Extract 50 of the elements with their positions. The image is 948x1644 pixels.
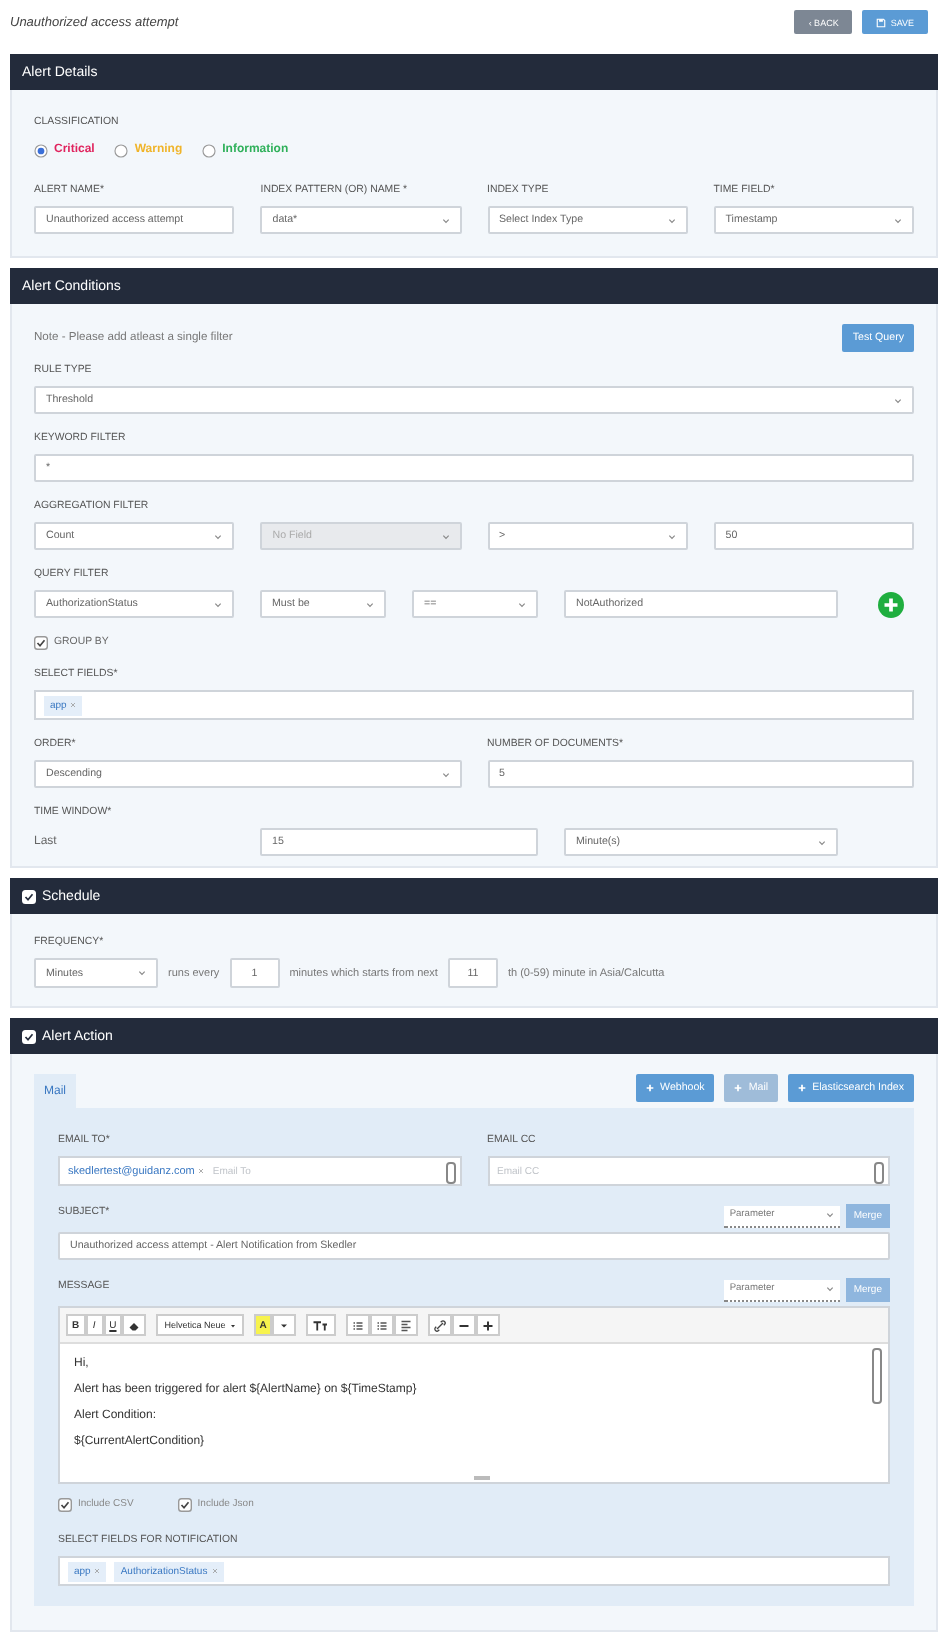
caret-icon: [138, 970, 146, 976]
scrollbar[interactable]: [874, 1162, 884, 1184]
caret-icon: [518, 601, 526, 607]
font-size-button[interactable]: [306, 1314, 337, 1336]
align-left-icon: [400, 1319, 413, 1331]
insert-button[interactable]: [476, 1314, 501, 1336]
caret-icon: [667, 533, 676, 539]
plus-icon: [646, 1084, 655, 1092]
floppy-icon: [876, 17, 887, 27]
plus-icon: [734, 1084, 743, 1092]
caret-icon: [894, 217, 902, 223]
link-icon: [434, 1319, 447, 1331]
scrollbar[interactable]: [872, 1348, 882, 1404]
caret-icon: [894, 397, 902, 403]
checkbox[interactable]: [22, 1029, 36, 1043]
list-icon: [376, 1319, 389, 1331]
remove-icon[interactable]: [198, 1168, 205, 1174]
radio-button[interactable]: [34, 143, 48, 157]
radio-button[interactable]: [114, 143, 129, 157]
caret-icon: [214, 533, 223, 539]
caret-icon: [825, 1286, 834, 1292]
caret-icon: [667, 217, 676, 223]
eraser-button[interactable]: [122, 1314, 147, 1336]
link-button[interactable]: [428, 1314, 453, 1336]
font-size-icon: [312, 1319, 331, 1331]
caret-icon: [825, 1212, 834, 1218]
checkbox[interactable]: [58, 1497, 72, 1511]
caret-icon: [366, 601, 374, 607]
plus-icon: [798, 1084, 807, 1092]
scrollbar[interactable]: [445, 1162, 455, 1184]
numbered-list-button[interactable]: [370, 1314, 395, 1336]
plus-icon: [482, 1319, 495, 1331]
radio-button[interactable]: [202, 143, 217, 157]
color-dropdown[interactable]: [272, 1314, 297, 1336]
caret-icon: [441, 533, 449, 539]
resize-handle[interactable]: [474, 1476, 490, 1480]
caret-icon: [818, 839, 826, 845]
caret-icon: [214, 601, 222, 607]
horizontal-rule-button[interactable]: [452, 1314, 477, 1336]
caret-icon: [278, 1319, 291, 1331]
minus-icon: [458, 1319, 471, 1331]
add-icon[interactable]: [878, 591, 904, 617]
checkbox[interactable]: [177, 1497, 192, 1511]
checkbox[interactable]: [22, 889, 36, 903]
checkbox[interactable]: [34, 635, 48, 649]
caret-icon: [441, 771, 449, 777]
align-button[interactable]: [394, 1314, 419, 1336]
caret-icon: [441, 217, 449, 223]
list-icon: [352, 1319, 365, 1331]
bullet-list-button[interactable]: [346, 1314, 371, 1336]
